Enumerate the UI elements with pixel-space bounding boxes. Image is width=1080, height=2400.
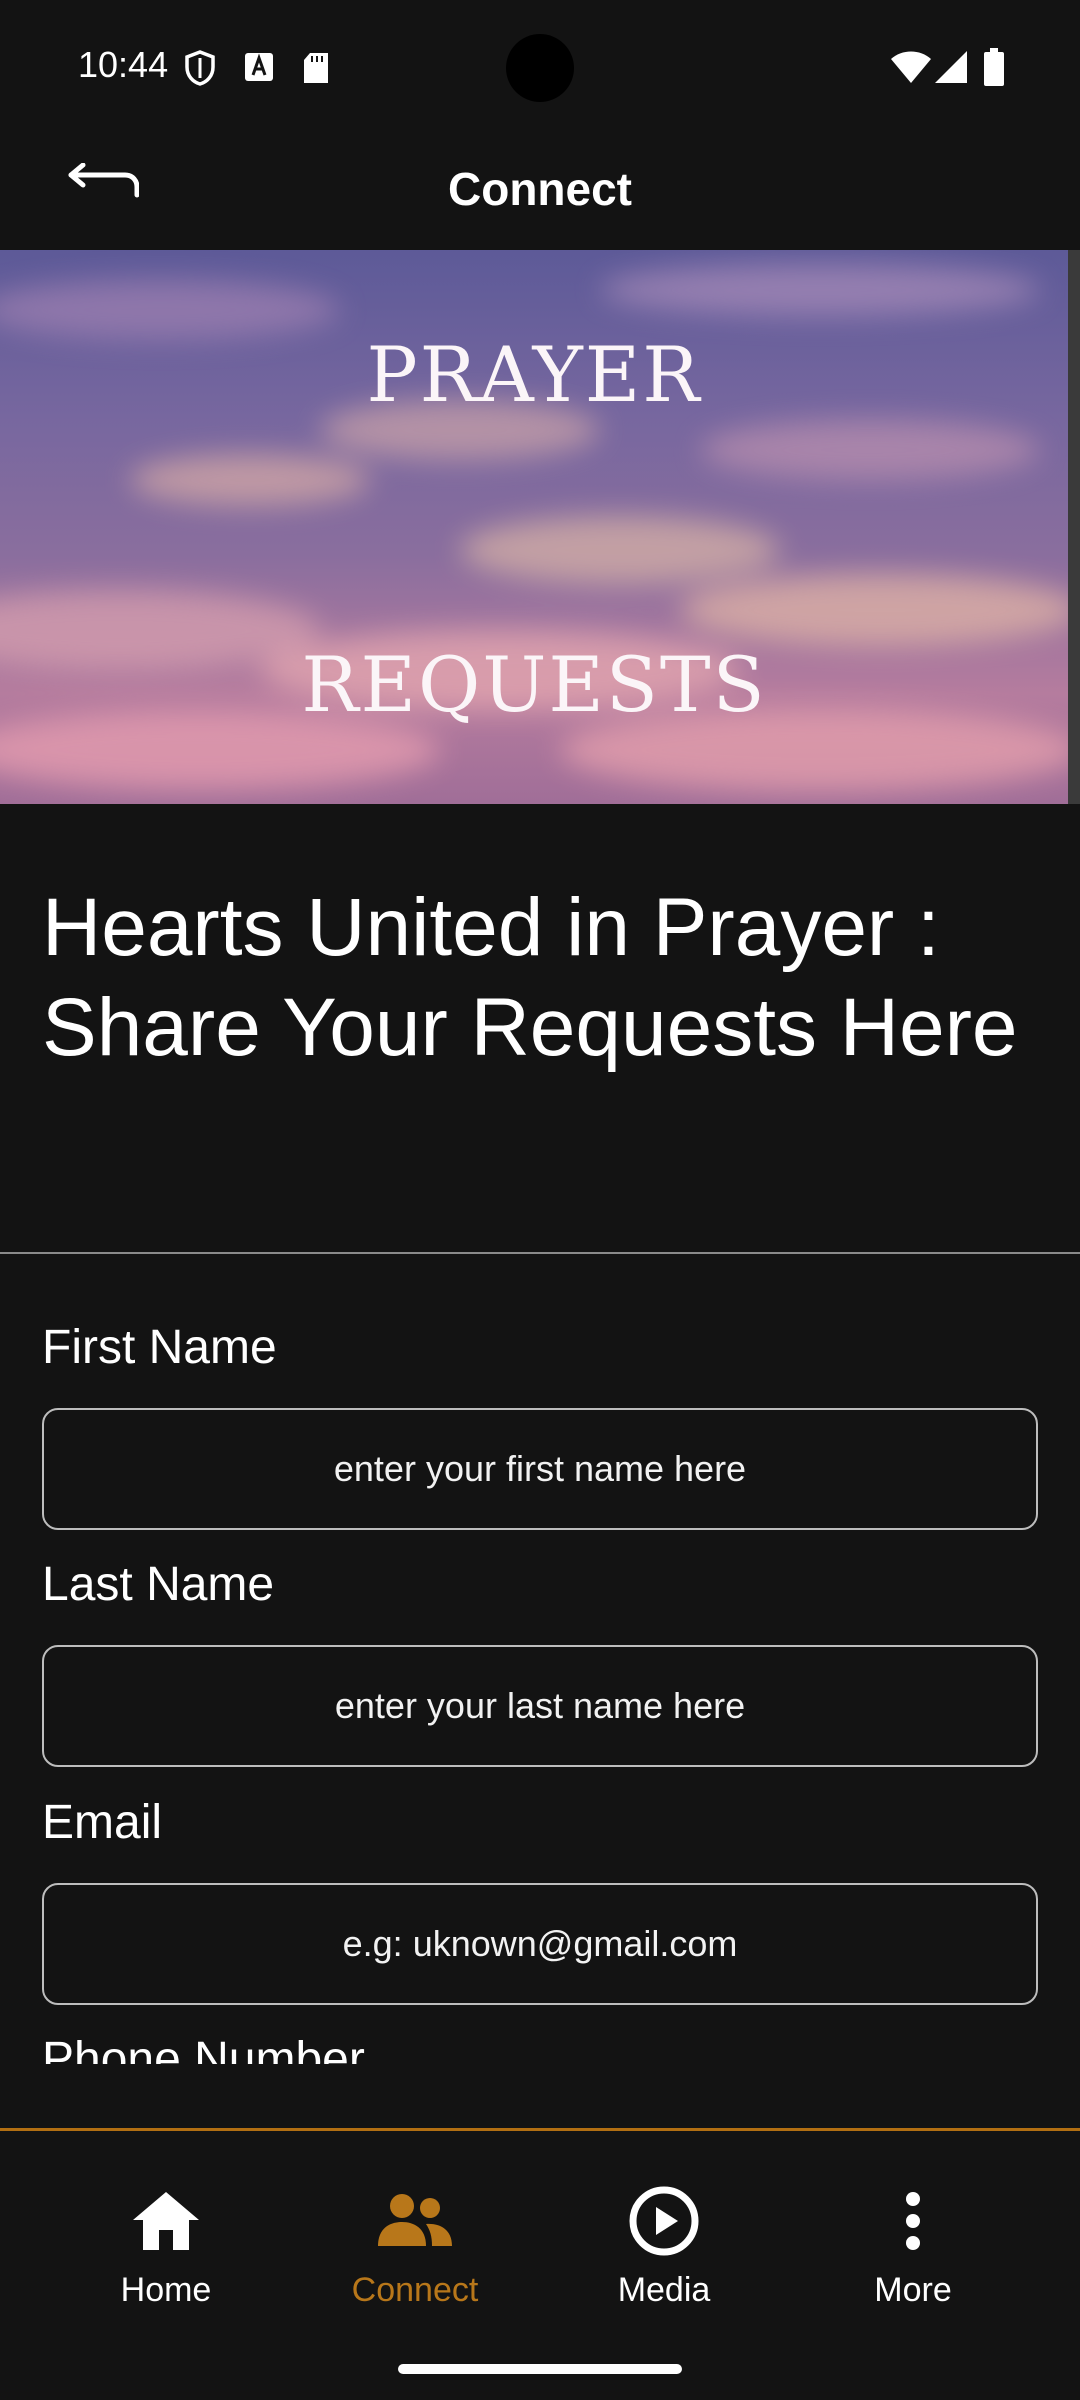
home-indicator[interactable] (398, 2364, 682, 2374)
signal-icon (934, 50, 968, 89)
sd-card-icon (302, 52, 330, 89)
app-bar: Connect (0, 130, 1080, 250)
bottom-navigation: Home Connect Media More (0, 2128, 1080, 2400)
nav-connect[interactable]: Connect (290, 2131, 540, 2331)
nav-home[interactable]: Home (41, 2131, 291, 2331)
first-name-input[interactable] (42, 1408, 1038, 1530)
battery-icon (984, 48, 1004, 91)
nav-more-label: More (874, 2271, 952, 2309)
play-circle-icon (539, 2181, 789, 2261)
email-input[interactable] (42, 1883, 1038, 2005)
first-name-label: First Name (42, 1321, 277, 1374)
hero-title-line2: REQUESTS (301, 640, 767, 729)
camera-cutout (506, 34, 574, 102)
screen: 10:44 Connect PRAYER REQUESTS Hearts Uni… (0, 0, 1080, 2400)
nav-home-label: Home (120, 2271, 212, 2309)
phone-number-label: Phone Number (42, 2033, 365, 2064)
section-heading: Hearts United in Prayer : Share Your Req… (42, 882, 1018, 1073)
status-bar: 10:44 (0, 0, 1080, 130)
page-title: Connect (448, 163, 632, 215)
email-label: Email (42, 1796, 163, 1849)
hero-title-line1: PRAYER (366, 330, 702, 419)
people-icon (290, 2181, 540, 2261)
last-name-input[interactable] (42, 1645, 1038, 1767)
nav-media-label: Media (617, 2271, 711, 2309)
last-name-label: Last Name (42, 1558, 275, 1611)
nav-more[interactable]: More (788, 2131, 1038, 2331)
nav-connect-label: Connect (351, 2271, 479, 2309)
hero-banner: PRAYER REQUESTS (0, 250, 1068, 804)
text-a-icon (244, 52, 274, 87)
status-time: 10:44 (78, 44, 169, 85)
shield-icon (184, 50, 216, 91)
home-icon (41, 2181, 291, 2261)
prayer-request-form: First Name Last Name Email Phone Number (0, 1254, 1080, 2064)
more-vertical-icon (788, 2181, 1038, 2261)
wifi-icon (890, 50, 932, 89)
nav-media[interactable]: Media (539, 2131, 789, 2331)
scrollbar[interactable] (1068, 250, 1080, 804)
